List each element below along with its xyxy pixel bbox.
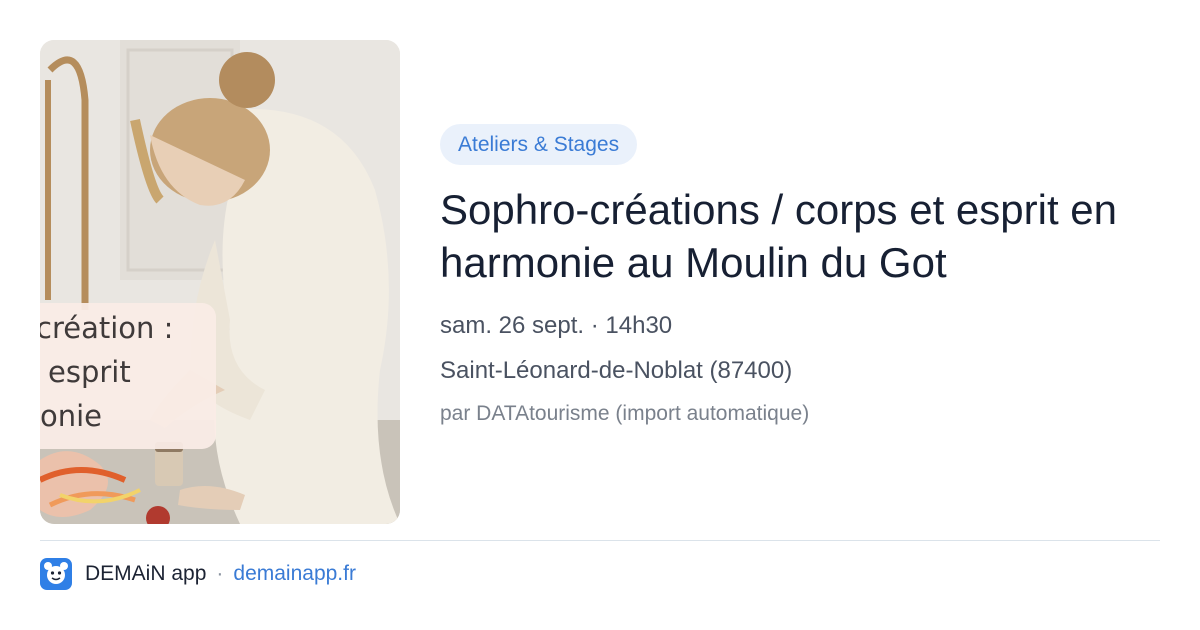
event-title[interactable]: Sophro-créations / corps et esprit en ha… [440,183,1160,289]
event-image: création : esprit onie [40,40,400,524]
overlay-line-2: esprit [48,355,131,389]
app-name: DEMAiN app [85,562,207,585]
category-tag[interactable]: Ateliers & Stages [440,124,638,165]
footer: DEMAiN app · demainapp.fr [40,558,356,590]
event-card[interactable]: création : esprit onie Ateliers & Stages… [0,0,1200,630]
demain-app-logo-icon [40,558,72,590]
event-source: par DATAtourisme (import automatique) [440,402,810,425]
overlay-line-3: onie [40,399,103,433]
footer-separator: · [216,562,224,585]
event-photo [40,40,400,524]
image-text-overlay: création : esprit onie [40,303,216,449]
app-url-link[interactable]: demainapp.fr [233,562,356,586]
event-location: Saint-Léonard-de-Noblat (87400) [440,357,793,384]
event-date-time: sam. 26 sept. · 14h30 [440,312,673,339]
overlay-line-1: création : [40,311,174,345]
footer-divider [40,540,1160,541]
